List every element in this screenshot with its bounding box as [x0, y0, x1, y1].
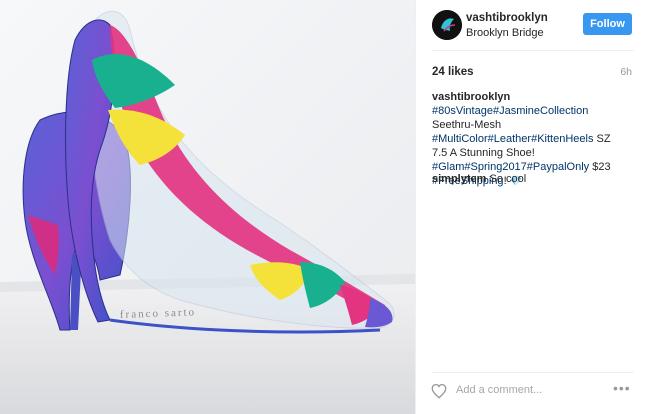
comment-text: So cool: [489, 173, 527, 185]
more-options-icon[interactable]: •••: [613, 380, 635, 396]
avatar-icon: [432, 10, 462, 40]
comment-username[interactable]: simplytem: [432, 173, 486, 185]
post-time[interactable]: 6h: [620, 66, 632, 78]
shoe-photo: franco sarto: [0, 0, 415, 414]
hashtag-link[interactable]: #JasmineCollection: [493, 105, 588, 117]
caption-username[interactable]: vashtibrooklyn: [432, 91, 510, 103]
heart-icon[interactable]: [430, 382, 448, 400]
hashtag-link[interactable]: #80sVintage: [432, 105, 493, 117]
header-divider: [432, 50, 634, 51]
hashtag-link[interactable]: #Leather: [488, 133, 531, 145]
hashtag-link[interactable]: #KittenHeels: [531, 133, 593, 145]
header-location[interactable]: Brooklyn Bridge: [466, 27, 544, 39]
comment-item: simplytem So cool: [432, 172, 632, 186]
likes-count[interactable]: 24 likes: [432, 66, 474, 78]
follow-button[interactable]: Follow: [583, 13, 632, 35]
post-side-panel: vashtibrooklyn Brooklyn Bridge Follow 24…: [416, 0, 650, 414]
avatar[interactable]: [432, 10, 462, 40]
caption-fragment: Seethru-Mesh: [432, 119, 502, 131]
comment-bar: Add a comment... •••: [416, 372, 650, 414]
header-username[interactable]: vashtibrooklyn: [466, 12, 548, 24]
hashtag-link[interactable]: #MultiColor: [432, 133, 488, 145]
add-comment-input[interactable]: Add a comment...: [456, 384, 542, 396]
post-photo[interactable]: franco sarto: [0, 0, 415, 414]
post-header: vashtibrooklyn Brooklyn Bridge Follow: [416, 0, 650, 50]
